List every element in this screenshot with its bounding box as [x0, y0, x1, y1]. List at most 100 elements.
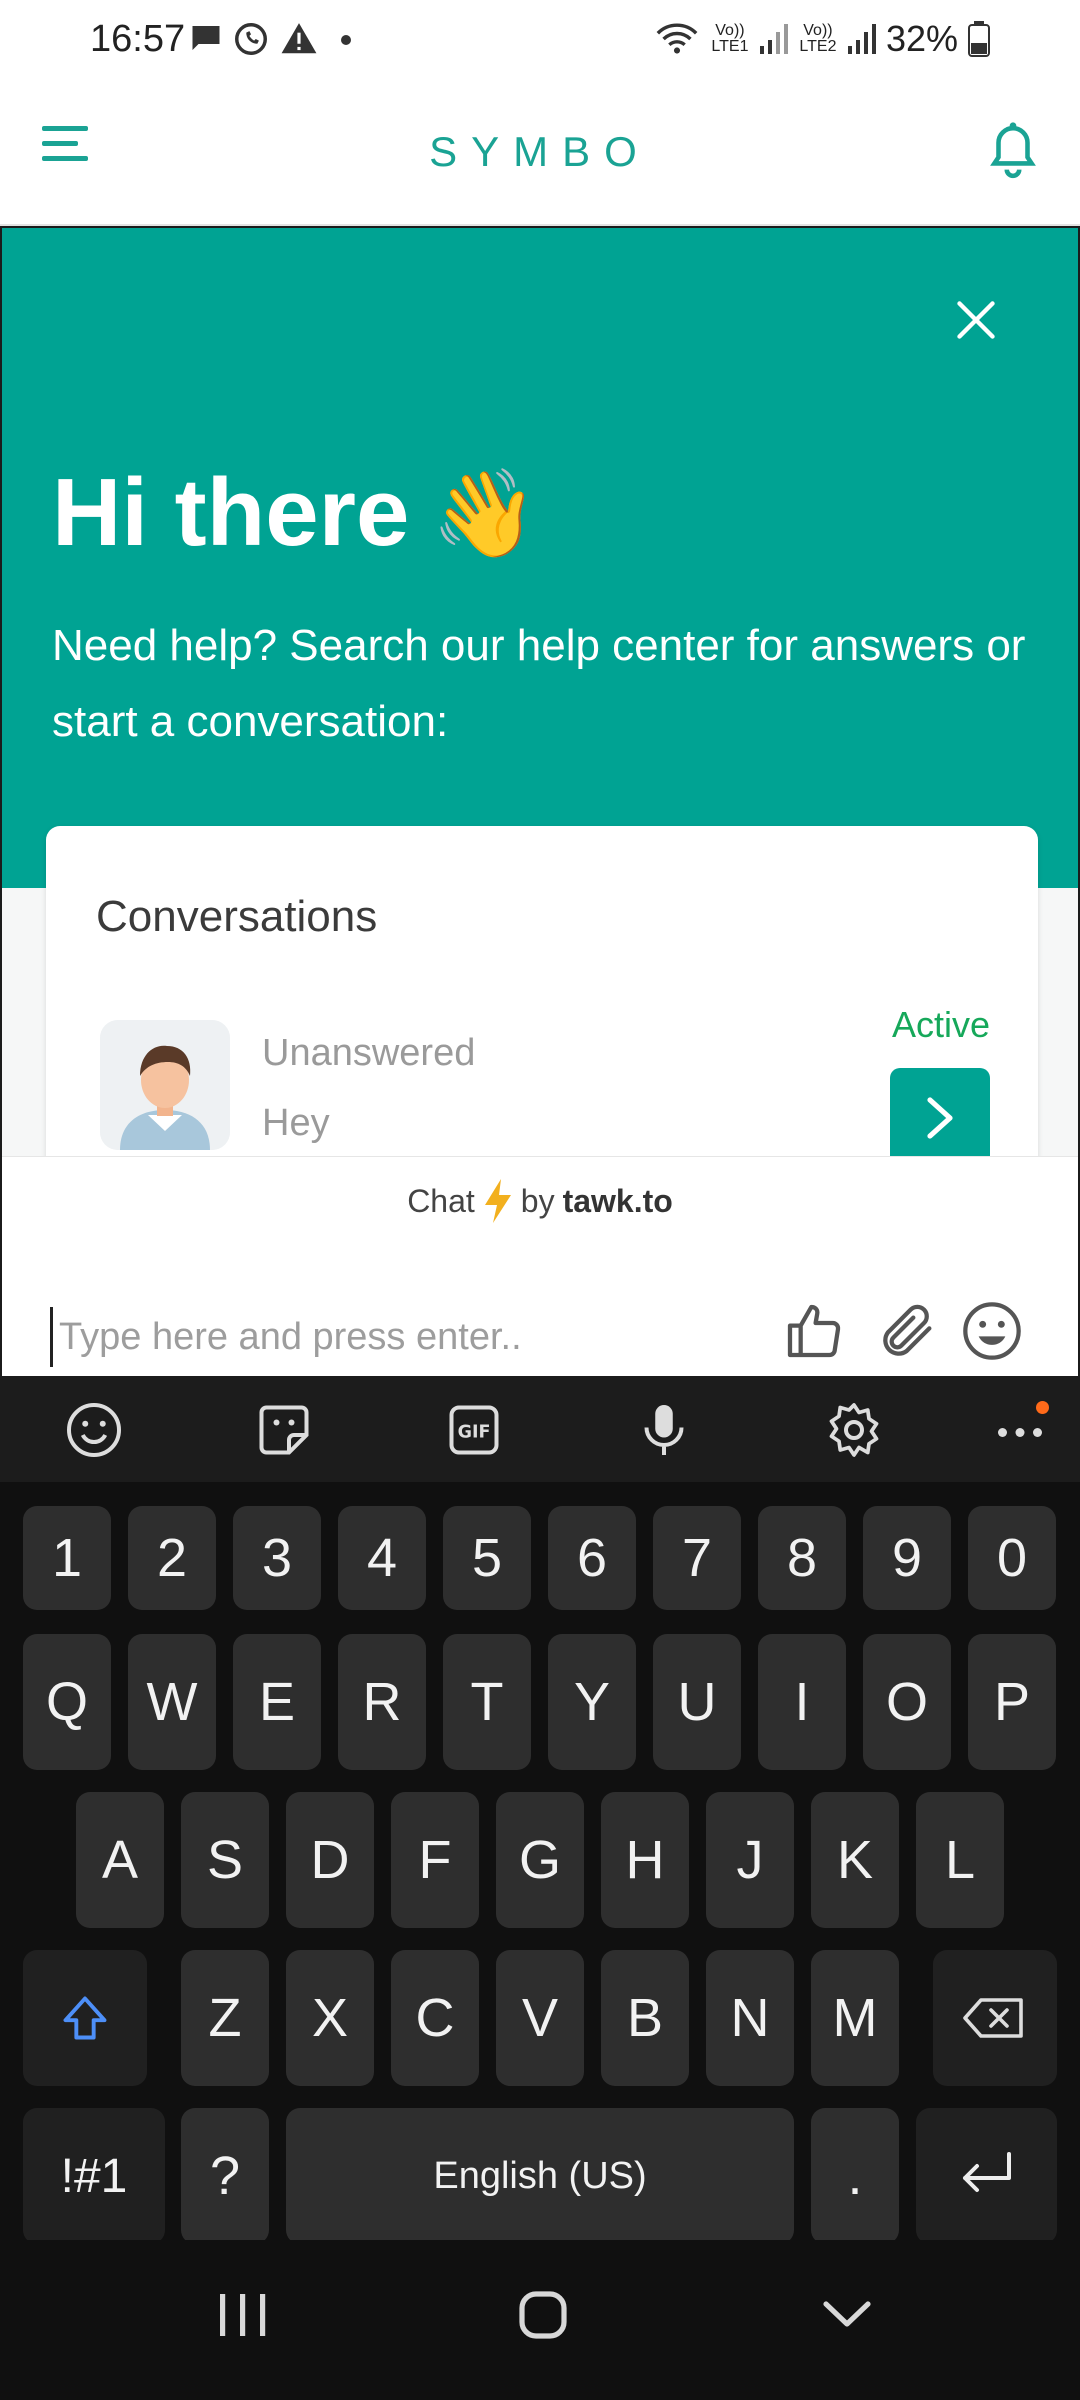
wave-emoji-icon: 👋 [431, 465, 539, 562]
greeting-text: Hi there [52, 459, 410, 566]
backspace-icon [963, 1998, 1023, 2038]
svg-text:GIF: GIF [458, 1423, 491, 1443]
key-q[interactable]: Q [23, 1634, 111, 1770]
question-key[interactable]: ? [181, 2108, 269, 2244]
key-k[interactable]: K [811, 1792, 899, 1928]
key-1[interactable]: 1 [23, 1506, 111, 1610]
key-l[interactable]: L [916, 1792, 1004, 1928]
enter-key[interactable] [916, 2108, 1057, 2244]
key-d[interactable]: D [286, 1792, 374, 1928]
key-7[interactable]: 7 [653, 1506, 741, 1610]
space-key[interactable]: English (US) [286, 2108, 794, 2244]
shift-key[interactable] [23, 1950, 147, 2086]
key-s[interactable]: S [181, 1792, 269, 1928]
sim1-label: Vo)) LTE1 [711, 22, 749, 55]
status-bar: 16:57 Vo)) LTE1 Vo)) LTE2 32% [0, 0, 1080, 80]
conversations-title: Conversations [96, 892, 378, 941]
period-key[interactable]: . [811, 2108, 899, 2244]
key-g[interactable]: G [496, 1792, 584, 1928]
keyboard-emoji-icon[interactable] [64, 1400, 124, 1460]
more-options-icon[interactable] [990, 1400, 1050, 1460]
bell-icon[interactable] [988, 122, 1038, 180]
key-o[interactable]: O [863, 1634, 951, 1770]
shift-arrow-icon [63, 1996, 107, 2040]
home-icon[interactable] [518, 2290, 568, 2340]
open-conversation-button[interactable] [890, 1068, 990, 1168]
key-8[interactable]: 8 [758, 1506, 846, 1610]
agent-avatar-icon [100, 1020, 230, 1150]
key-4[interactable]: 4 [338, 1506, 426, 1610]
tawk-brand: tawk.to [562, 1182, 673, 1219]
symbols-key[interactable]: !#1 [23, 2108, 165, 2244]
conversation-last-message: Hey [262, 1102, 330, 1144]
recent-apps-icon[interactable] [216, 2292, 270, 2338]
key-a[interactable]: A [76, 1792, 164, 1928]
avatar [100, 1020, 230, 1150]
battery-percent: 32% [885, 18, 958, 59]
key-v[interactable]: V [496, 1950, 584, 2086]
key-5[interactable]: 5 [443, 1506, 531, 1610]
key-c[interactable]: C [391, 1950, 479, 2086]
key-y[interactable]: Y [548, 1634, 636, 1770]
system-nav-bar [0, 2240, 1080, 2400]
key-9[interactable]: 9 [863, 1506, 951, 1610]
whatsapp-icon [235, 23, 267, 55]
signal-icon [847, 24, 876, 54]
key-u[interactable]: U [653, 1634, 741, 1770]
settings-gear-icon[interactable] [824, 1400, 884, 1460]
chat-widget: Hi there 👋 Need help? Search our help ce… [0, 226, 1080, 1376]
widget-hero: Hi there 👋 Need help? Search our help ce… [2, 228, 1078, 888]
key-3[interactable]: 3 [233, 1506, 321, 1610]
key-w[interactable]: W [128, 1634, 216, 1770]
key-n[interactable]: N [706, 1950, 794, 2086]
backspace-key[interactable] [933, 1950, 1057, 2086]
dot-icon [341, 35, 351, 45]
key-p[interactable]: P [968, 1634, 1056, 1770]
key-i[interactable]: I [758, 1634, 846, 1770]
key-r[interactable]: R [338, 1634, 426, 1770]
keyboard-toolbar: GIF [0, 1376, 1080, 1482]
key-x[interactable]: X [286, 1950, 374, 2086]
sim2-label: Vo)) LTE2 [799, 22, 837, 55]
key-e[interactable]: E [233, 1634, 321, 1770]
message-input[interactable] [50, 1307, 750, 1367]
powered-by[interactable]: Chat by tawk.to [2, 1179, 1078, 1223]
key-2[interactable]: 2 [128, 1506, 216, 1610]
status-right: Vo)) LTE1 Vo)) LTE2 32% [654, 18, 990, 60]
conversation-state-badge: Active [891, 1004, 990, 1045]
hide-keyboard-chevron-icon[interactable] [822, 2298, 872, 2332]
gif-icon[interactable]: GIF [444, 1400, 504, 1460]
paperclip-icon[interactable] [876, 1299, 940, 1363]
key-f[interactable]: F [391, 1792, 479, 1928]
powered-by-word: by [520, 1182, 555, 1219]
message-icon [192, 26, 220, 50]
lightning-icon [484, 1179, 511, 1223]
greeting-title: Hi there 👋 [52, 458, 539, 568]
key-m[interactable]: M [811, 1950, 899, 2086]
warning-icon [281, 23, 317, 54]
sticker-icon[interactable] [254, 1400, 314, 1460]
key-z[interactable]: Z [181, 1950, 269, 2086]
emoji-icon[interactable] [960, 1299, 1024, 1363]
widget-footer: Chat by tawk.to [2, 1156, 1078, 1376]
key-6[interactable]: 6 [548, 1506, 636, 1610]
key-h[interactable]: H [601, 1792, 689, 1928]
key-b[interactable]: B [601, 1950, 689, 2086]
key-j[interactable]: J [706, 1792, 794, 1928]
app-header: SYMBO [0, 80, 1080, 226]
key-0[interactable]: 0 [968, 1506, 1056, 1610]
powered-chat: Chat [407, 1182, 475, 1219]
conversation-status: Unanswered [262, 1032, 476, 1074]
thumbs-up-icon[interactable] [782, 1299, 846, 1363]
chevron-right-icon [927, 1097, 953, 1139]
greeting-subtitle: Need help? Search our help center for an… [52, 621, 1026, 746]
microphone-icon[interactable] [634, 1400, 694, 1460]
battery-icon [968, 21, 990, 57]
brand-logo: SYMBO [429, 128, 651, 175]
wifi-icon [656, 23, 698, 54]
key-t[interactable]: T [443, 1634, 531, 1770]
close-icon[interactable] [954, 298, 998, 342]
signal-icon [759, 24, 788, 54]
enter-icon [962, 2152, 1011, 2192]
status-time: 16:57 [90, 18, 186, 60]
